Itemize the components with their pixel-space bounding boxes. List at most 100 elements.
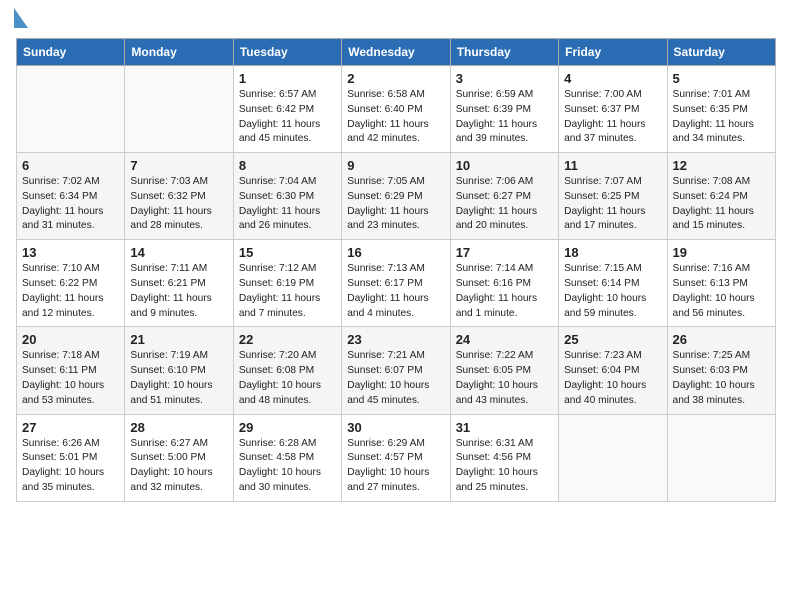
calendar-cell: 13 Sunrise: 7:10 AMSunset: 6:22 PMDayligh… — [17, 240, 125, 327]
day-number: 9 — [347, 158, 444, 173]
day-info: Sunrise: 7:18 AMSunset: 6:11 PMDaylight:… — [22, 349, 119, 408]
calendar-cell — [667, 414, 775, 501]
calendar-cell: 19 Sunrise: 7:16 AMSunset: 6:13 PMDayligh… — [667, 240, 775, 327]
day-number: 5 — [673, 71, 770, 86]
day-info: Sunrise: 7:08 AMSunset: 6:24 PMDaylight:… — [673, 175, 770, 234]
calendar-cell: 3 Sunrise: 6:59 AMSunset: 6:39 PMDaylight… — [450, 66, 558, 153]
day-info: Sunrise: 7:06 AMSunset: 6:27 PMDaylight:… — [456, 175, 553, 234]
calendar-cell: 6 Sunrise: 7:02 AMSunset: 6:34 PMDaylight… — [17, 153, 125, 240]
day-info: Sunrise: 6:57 AMSunset: 6:42 PMDaylight:… — [239, 88, 336, 147]
day-info: Sunrise: 7:11 AMSunset: 6:21 PMDaylight:… — [130, 262, 227, 321]
calendar-cell: 22 Sunrise: 7:20 AMSunset: 6:08 PMDayligh… — [233, 327, 341, 414]
weekday-header-saturday: Saturday — [667, 39, 775, 66]
day-info: Sunrise: 7:19 AMSunset: 6:10 PMDaylight:… — [130, 349, 227, 408]
calendar-cell: 15Sunrise: 7:12 AMSunset: 6:19 PMDayligh… — [233, 240, 341, 327]
calendar-cell: 17 Sunrise: 7:14 AMSunset: 6:16 PMDayligh… — [450, 240, 558, 327]
day-number: 25 — [564, 332, 661, 347]
day-info: Sunrise: 6:26 AMSunset: 5:01 PMDaylight:… — [22, 437, 119, 496]
calendar-cell: 16 Sunrise: 7:13 AMSunset: 6:17 PMDayligh… — [342, 240, 450, 327]
day-number: 11 — [564, 158, 661, 173]
day-info: Sunrise: 7:07 AMSunset: 6:25 PMDaylight:… — [564, 175, 661, 234]
day-number: 23 — [347, 332, 444, 347]
day-number: 8 — [239, 158, 336, 173]
day-info: Sunrise: 6:58 AMSunset: 6:40 PMDaylight:… — [347, 88, 444, 147]
calendar-cell: 11 Sunrise: 7:07 AMSunset: 6:25 PMDayligh… — [559, 153, 667, 240]
day-number: 4 — [564, 71, 661, 86]
day-number: 6 — [22, 158, 119, 173]
weekday-header-friday: Friday — [559, 39, 667, 66]
calendar-cell — [125, 66, 233, 153]
day-info: Sunrise: 7:12 AMSunset: 6:19 PMDaylight:… — [239, 262, 336, 321]
calendar-cell: 24Sunrise: 7:22 AMSunset: 6:05 PMDayligh… — [450, 327, 558, 414]
day-info: Sunrise: 6:31 AMSunset: 4:56 PMDaylight:… — [456, 437, 553, 496]
day-number: 16 — [347, 245, 444, 260]
day-number: 17 — [456, 245, 553, 260]
calendar-cell: 28Sunrise: 6:27 AMSunset: 5:00 PMDayligh… — [125, 414, 233, 501]
calendar-cell: 10 Sunrise: 7:06 AMSunset: 6:27 PMDayligh… — [450, 153, 558, 240]
day-number: 26 — [673, 332, 770, 347]
day-info: Sunrise: 7:02 AMSunset: 6:34 PMDaylight:… — [22, 175, 119, 234]
day-info: Sunrise: 6:59 AMSunset: 6:39 PMDaylight:… — [456, 88, 553, 147]
day-number: 31 — [456, 420, 553, 435]
calendar-cell: 8 Sunrise: 7:04 AMSunset: 6:30 PMDaylight… — [233, 153, 341, 240]
day-info: Sunrise: 7:13 AMSunset: 6:17 PMDaylight:… — [347, 262, 444, 321]
day-info: Sunrise: 7:10 AMSunset: 6:22 PMDaylight:… — [22, 262, 119, 321]
day-number: 18 — [564, 245, 661, 260]
calendar-cell: 12 Sunrise: 7:08 AMSunset: 6:24 PMDayligh… — [667, 153, 775, 240]
day-number: 28 — [130, 420, 227, 435]
calendar-cell: 27 Sunrise: 6:26 AMSunset: 5:01 PMDayligh… — [17, 414, 125, 501]
calendar-cell: 9 Sunrise: 7:05 AMSunset: 6:29 PMDaylight… — [342, 153, 450, 240]
calendar-cell: 2 Sunrise: 6:58 AMSunset: 6:40 PMDaylight… — [342, 66, 450, 153]
calendar-cell: 5 Sunrise: 7:01 AMSunset: 6:35 PMDaylight… — [667, 66, 775, 153]
calendar-cell: 21 Sunrise: 7:19 AMSunset: 6:10 PMDayligh… — [125, 327, 233, 414]
day-number: 19 — [673, 245, 770, 260]
day-number: 2 — [347, 71, 444, 86]
calendar-cell: 4 Sunrise: 7:00 AMSunset: 6:37 PMDaylight… — [559, 66, 667, 153]
weekday-header-wednesday: Wednesday — [342, 39, 450, 66]
day-info: Sunrise: 7:14 AMSunset: 6:16 PMDaylight:… — [456, 262, 553, 321]
day-info: Sunrise: 7:20 AMSunset: 6:08 PMDaylight:… — [239, 349, 336, 408]
day-number: 29 — [239, 420, 336, 435]
day-info: Sunrise: 7:21 AMSunset: 6:07 PMDaylight:… — [347, 349, 444, 408]
day-number: 12 — [673, 158, 770, 173]
weekday-header-thursday: Thursday — [450, 39, 558, 66]
day-number: 3 — [456, 71, 553, 86]
calendar-table: SundayMondayTuesdayWednesdayThursdayFrid… — [16, 38, 776, 502]
weekday-header-monday: Monday — [125, 39, 233, 66]
day-info: Sunrise: 6:29 AMSunset: 4:57 PMDaylight:… — [347, 437, 444, 496]
day-number: 10 — [456, 158, 553, 173]
calendar-cell: 31 Sunrise: 6:31 AMSunset: 4:56 PMDayligh… — [450, 414, 558, 501]
day-info: Sunrise: 7:15 AMSunset: 6:14 PMDaylight:… — [564, 262, 661, 321]
day-number: 7 — [130, 158, 227, 173]
calendar-cell: 23 Sunrise: 7:21 AMSunset: 6:07 PMDayligh… — [342, 327, 450, 414]
calendar-cell: 7 Sunrise: 7:03 AMSunset: 6:32 PMDaylight… — [125, 153, 233, 240]
day-info: Sunrise: 7:00 AMSunset: 6:37 PMDaylight:… — [564, 88, 661, 147]
weekday-header-sunday: Sunday — [17, 39, 125, 66]
logo — [16, 16, 28, 28]
day-info: Sunrise: 6:28 AMSunset: 4:58 PMDaylight:… — [239, 437, 336, 496]
day-info: Sunrise: 7:23 AMSunset: 6:04 PMDaylight:… — [564, 349, 661, 408]
day-info: Sunrise: 7:01 AMSunset: 6:35 PMDaylight:… — [673, 88, 770, 147]
day-number: 14 — [130, 245, 227, 260]
calendar-cell: 30Sunrise: 6:29 AMSunset: 4:57 PMDayligh… — [342, 414, 450, 501]
day-info: Sunrise: 7:25 AMSunset: 6:03 PMDaylight:… — [673, 349, 770, 408]
calendar-cell — [17, 66, 125, 153]
calendar-cell: 1 Sunrise: 6:57 AMSunset: 6:42 PMDaylight… — [233, 66, 341, 153]
day-info: Sunrise: 7:16 AMSunset: 6:13 PMDaylight:… — [673, 262, 770, 321]
calendar-cell: 25 Sunrise: 7:23 AMSunset: 6:04 PMDayligh… — [559, 327, 667, 414]
day-info: Sunrise: 7:03 AMSunset: 6:32 PMDaylight:… — [130, 175, 227, 234]
day-number: 22 — [239, 332, 336, 347]
calendar-cell: 20 Sunrise: 7:18 AMSunset: 6:11 PMDayligh… — [17, 327, 125, 414]
day-info: Sunrise: 7:04 AMSunset: 6:30 PMDaylight:… — [239, 175, 336, 234]
day-number: 21 — [130, 332, 227, 347]
calendar-cell: 14 Sunrise: 7:11 AMSunset: 6:21 PMDayligh… — [125, 240, 233, 327]
weekday-header-tuesday: Tuesday — [233, 39, 341, 66]
calendar-cell: 26 Sunrise: 7:25 AMSunset: 6:03 PMDayligh… — [667, 327, 775, 414]
day-number: 20 — [22, 332, 119, 347]
day-number: 13 — [22, 245, 119, 260]
calendar-cell: 18 Sunrise: 7:15 AMSunset: 6:14 PMDayligh… — [559, 240, 667, 327]
day-number: 27 — [22, 420, 119, 435]
day-number: 1 — [239, 71, 336, 86]
day-info: Sunrise: 7:05 AMSunset: 6:29 PMDaylight:… — [347, 175, 444, 234]
page-header — [16, 16, 776, 28]
